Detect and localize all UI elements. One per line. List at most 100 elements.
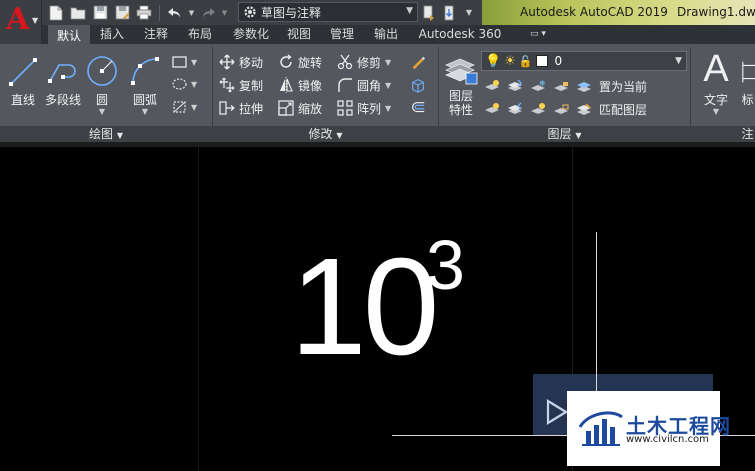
layers-panel-title[interactable]: 图层 ▼ <box>439 126 690 142</box>
layer-freeze-icon[interactable]: ❄ <box>530 78 546 94</box>
rotate-button[interactable]: 旋转 <box>278 52 322 72</box>
copy-icon <box>219 77 235 93</box>
svg-text:❄: ❄ <box>539 79 546 88</box>
copy-button[interactable]: 复制 <box>219 75 263 95</box>
print-icon[interactable] <box>134 3 154 22</box>
hatch-icon <box>171 76 187 92</box>
layer-unlock-icon[interactable] <box>553 101 569 117</box>
text-icon: A <box>703 48 729 90</box>
scale-button[interactable]: 缩放 <box>278 98 322 118</box>
mtext-superscript[interactable]: 3 <box>426 230 465 300</box>
array-button[interactable]: 阵列 ▼ <box>337 98 391 118</box>
match-layer-button[interactable]: 匹配图层 <box>599 101 647 118</box>
set-current-button[interactable]: 置为当前 <box>599 78 647 95</box>
tab-insert[interactable]: 插入 <box>94 25 130 44</box>
fillet-button[interactable]: 圆角 ▼ <box>337 75 391 95</box>
line-button[interactable]: 直线 <box>6 51 40 108</box>
sun-icon: ☀ <box>504 53 516 69</box>
color-swatch <box>535 55 548 67</box>
chevron-down-icon: ▼ <box>191 57 198 67</box>
dimension-button[interactable]: 标 <box>740 51 755 108</box>
stretch-button[interactable]: 拉伸 <box>219 98 263 118</box>
layer-properties-button[interactable]: 图层 特性 <box>442 51 480 117</box>
tab-parametric[interactable]: 参数化 <box>226 25 276 44</box>
redo-icon[interactable] <box>198 3 218 22</box>
scale-icon <box>278 100 294 116</box>
layer-on-icon[interactable] <box>484 101 500 117</box>
fillet-icon <box>337 77 353 93</box>
tab-home[interactable]: 默认 <box>48 25 90 44</box>
annotation-panel-title[interactable]: 注 <box>740 126 755 142</box>
chevron-down-icon: ▼ <box>98 107 106 116</box>
layer-off-icon[interactable] <box>484 78 500 94</box>
layer-isolate-icon[interactable] <box>507 78 523 94</box>
stretch-icon <box>219 100 235 116</box>
ribbon-minimize-icon[interactable]: ▭ ▾ <box>524 25 552 44</box>
mirror-button[interactable]: 镜像 <box>278 75 322 95</box>
workspace-value: 草图与注释 <box>261 5 322 20</box>
tab-view[interactable]: 视图 <box>282 25 316 44</box>
layer-dropdown[interactable]: 💡 ☀ 🔓 0 ▼ <box>481 51 687 71</box>
gradient-button[interactable]: ▼ <box>171 97 197 117</box>
chevron-down-icon[interactable]: ▼ <box>220 3 229 22</box>
erase-button[interactable] <box>410 52 426 72</box>
publish-icon[interactable] <box>440 3 458 22</box>
application-title: Autodesk AutoCAD 2019 <box>520 5 668 19</box>
chevron-down-icon: ▼ <box>385 103 392 113</box>
ribbon-tab-bar: 默认 插入 注释 布局 参数化 视图 管理 输出 Autodesk 360 ▭ … <box>42 25 755 44</box>
text-button[interactable]: A 文字 ▼ <box>700 48 732 116</box>
toolbar-separator <box>159 4 160 21</box>
move-button[interactable]: 移动 <box>219 52 263 72</box>
modify-panel-title[interactable]: 修改 ▼ <box>213 126 438 142</box>
save-as-icon[interactable] <box>112 3 132 22</box>
ribbon-panel-titles: 绘图 ▼ 修改 ▼ 图层 ▼ 注 <box>0 126 755 142</box>
chevron-down-icon[interactable]: ▼ <box>460 3 478 22</box>
mtext-base[interactable]: 10 <box>290 238 439 376</box>
draw-panel-title[interactable]: 绘图 ▼ <box>0 126 212 142</box>
arc-button[interactable]: 圆弧 ▼ <box>126 51 164 116</box>
rectangle-button[interactable]: ▼ <box>171 52 197 72</box>
rectangle-icon <box>171 54 187 70</box>
chevron-down-icon[interactable]: ▼ <box>187 3 196 22</box>
chevron-down-icon: ▼ <box>191 79 198 89</box>
move-icon <box>219 54 235 70</box>
chevron-down-icon: ▼ <box>712 107 720 116</box>
set-current-icon[interactable] <box>576 78 592 94</box>
explode-button[interactable] <box>410 75 426 95</box>
tab-autodesk-360[interactable]: Autodesk 360 <box>412 25 508 44</box>
gear-icon <box>244 6 256 18</box>
document-title: Drawing1.dwg <box>677 5 755 19</box>
explode-icon <box>410 77 426 93</box>
circle-button[interactable]: 圆 ▼ <box>86 51 118 116</box>
undo-icon[interactable] <box>165 3 185 22</box>
hatch-button[interactable]: ▼ <box>171 74 197 94</box>
layer-tools-row-2: 匹配图层 <box>484 99 647 119</box>
workspace-dropdown[interactable]: 草图与注释 ▼ <box>238 2 418 22</box>
trim-icon <box>337 54 353 70</box>
tab-layout[interactable]: 布局 <box>182 25 218 44</box>
polyline-button[interactable]: 多段线 <box>43 51 83 108</box>
mirror-icon <box>278 77 294 93</box>
autocad-logo-icon: A <box>6 2 30 37</box>
tab-annotate[interactable]: 注释 <box>138 25 174 44</box>
chevron-down-icon: ▼ <box>385 80 392 90</box>
layer-lock-icon[interactable] <box>553 78 569 94</box>
layer-unisolate-icon[interactable] <box>507 101 523 117</box>
open-icon[interactable] <box>68 3 88 22</box>
offset-button[interactable] <box>410 98 426 118</box>
trim-button[interactable]: 修剪 ▼ <box>337 52 391 72</box>
share-icon[interactable] <box>420 3 438 22</box>
tab-output[interactable]: 输出 <box>368 25 404 44</box>
match-layer-icon[interactable] <box>576 101 592 117</box>
title-tools: ▼ <box>420 2 480 23</box>
video-play-icon <box>546 399 569 425</box>
chevron-down-icon: ▼ <box>191 102 198 112</box>
application-menu-button[interactable]: A ▼ <box>0 0 42 44</box>
array-icon <box>337 100 353 116</box>
save-icon[interactable] <box>90 3 110 22</box>
chevron-down-icon: ▼ <box>385 57 392 67</box>
layer-thaw-icon[interactable] <box>530 101 546 117</box>
new-icon[interactable] <box>46 3 66 22</box>
tab-manage[interactable]: 管理 <box>324 25 360 44</box>
civilcn-logo-icon <box>578 411 623 446</box>
